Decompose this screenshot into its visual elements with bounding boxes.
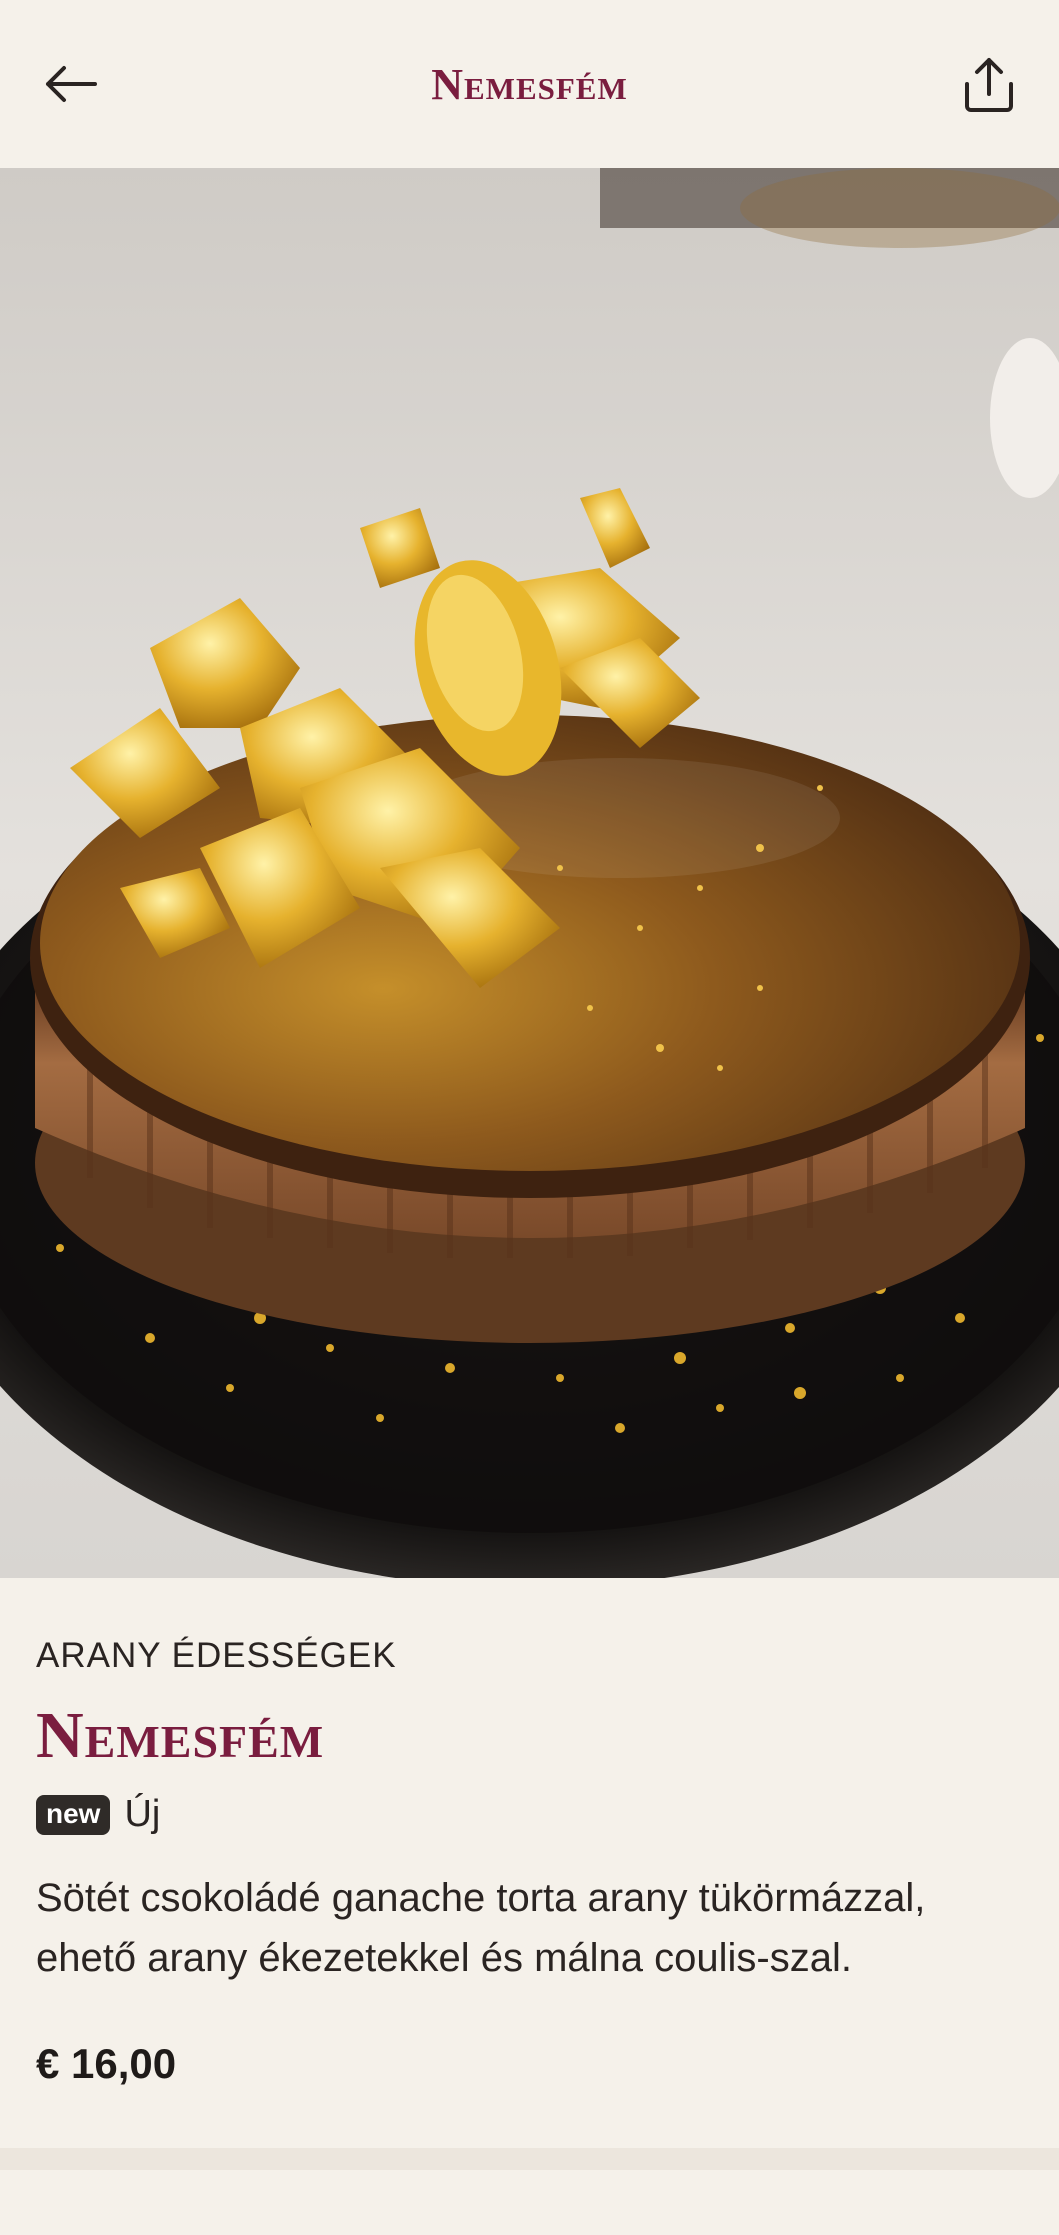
product-category: ARANY ÉDESSÉGEK — [36, 1636, 397, 1675]
arrow-left-icon — [46, 66, 97, 102]
product-description: Sötét csokoládé ganache torta arany tükö… — [36, 1876, 926, 1980]
share-button[interactable] — [949, 44, 1029, 124]
header-title: Nemesfém — [431, 59, 628, 109]
back-button[interactable] — [30, 44, 110, 124]
product-details: ARANY ÉDESSÉGEK Nemesfém new Új Sötét cs… — [0, 1578, 1059, 2148]
new-badge: new — [36, 1794, 111, 1835]
new-badge-label: Új — [124, 1793, 161, 1835]
next-section — [0, 2170, 1059, 2235]
product-name: Nemesfém — [36, 1699, 325, 1772]
product-price: € 16,00 — [36, 2040, 177, 2087]
badge-row: new Új — [36, 1793, 160, 1836]
product-hero-image — [0, 168, 1059, 1578]
section-divider — [0, 2148, 1059, 2170]
share-upload-icon — [965, 58, 1013, 112]
top-app-bar: Nemesfém — [0, 0, 1059, 168]
